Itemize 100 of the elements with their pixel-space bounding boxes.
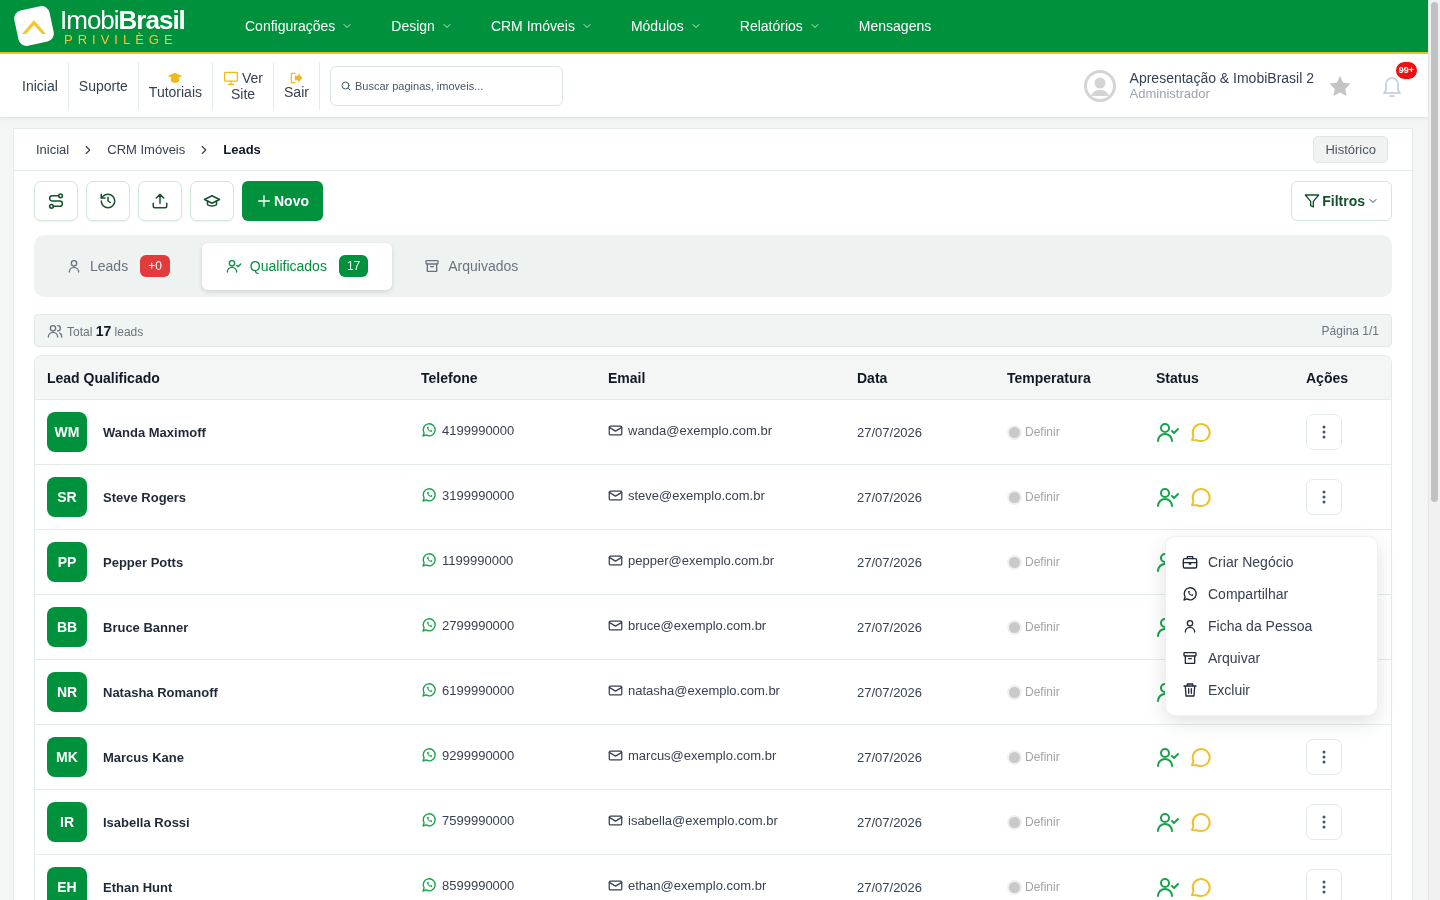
mail-icon bbox=[608, 487, 623, 503]
actions-button[interactable] bbox=[1306, 479, 1342, 515]
chat-bubble-icon bbox=[1188, 485, 1212, 509]
archive-icon bbox=[1182, 650, 1198, 666]
person-check-icon bbox=[1156, 810, 1180, 834]
date-text: 27/07/2026 bbox=[857, 489, 923, 505]
email-link[interactable]: isabella@exemplo.com.br bbox=[608, 812, 778, 828]
person-check-icon bbox=[1156, 680, 1167, 704]
menu-item[interactable]: Configurações bbox=[226, 4, 373, 48]
chat-bubble-icon bbox=[1188, 810, 1212, 834]
mail-icon bbox=[608, 877, 623, 893]
whatsapp-icon bbox=[421, 682, 437, 698]
column-header: Telefone bbox=[421, 369, 479, 386]
lead-name: Isabella Rossi bbox=[103, 814, 190, 830]
notification-badge: 99+ bbox=[1394, 60, 1418, 80]
email-link[interactable]: ethan@exemplo.com.br bbox=[608, 877, 767, 893]
chat-bubble-icon bbox=[1188, 875, 1212, 899]
menu-item[interactable]: Ficha da Pessoa bbox=[1166, 610, 1377, 642]
phone-link[interactable]: 3199990000 bbox=[421, 487, 515, 503]
whatsapp-icon bbox=[421, 812, 437, 828]
menu-item[interactable]: Design bbox=[372, 4, 472, 48]
nav-link[interactable]: Suporte bbox=[68, 61, 139, 110]
tab[interactable]: Arquivados bbox=[404, 242, 539, 290]
mail-icon bbox=[608, 747, 623, 763]
lead-name: Steve Rogers bbox=[103, 489, 187, 505]
more-icon bbox=[1322, 490, 1326, 504]
actions-button[interactable] bbox=[1306, 739, 1342, 775]
nav-link[interactable]: Sair bbox=[274, 61, 320, 110]
users-icon bbox=[47, 322, 63, 339]
menu-item[interactable]: CRM Imóveis bbox=[471, 4, 612, 48]
person-check-icon bbox=[1156, 615, 1167, 639]
tutorial-button[interactable] bbox=[190, 181, 234, 221]
scrollbar-thumb[interactable] bbox=[1431, 2, 1438, 502]
route-icon bbox=[47, 192, 65, 210]
avatar-initials: BB bbox=[47, 607, 87, 647]
avatar-initials: SR bbox=[47, 477, 87, 517]
brand-logo[interactable]: ImobiBrasil PRIVILÈGE bbox=[60, 6, 185, 46]
star-icon[interactable] bbox=[1328, 74, 1352, 97]
breadcrumb-link[interactable]: Leads bbox=[223, 142, 261, 157]
email-link[interactable]: steve@exemplo.com.br bbox=[608, 487, 765, 503]
briefcase-icon bbox=[1182, 554, 1198, 570]
user-role: Administrador bbox=[1129, 85, 1210, 102]
email-link[interactable]: wanda@exemplo.com.br bbox=[608, 422, 772, 438]
lead-name: Bruce Banner bbox=[103, 619, 189, 635]
more-icon bbox=[1322, 880, 1326, 894]
menu-item[interactable]: Relatórios bbox=[720, 4, 840, 48]
date-text: 27/07/2026 bbox=[857, 814, 923, 830]
nav-link[interactable]: Ver Site bbox=[213, 61, 275, 110]
person-icon bbox=[1182, 618, 1198, 634]
actions-button[interactable] bbox=[1306, 869, 1342, 900]
breadcrumb-link[interactable]: CRM Imóveis bbox=[107, 142, 186, 157]
filters-button[interactable]: Filtros bbox=[1291, 181, 1392, 221]
history-icon bbox=[99, 192, 117, 210]
phone-link[interactable]: 4199990000 bbox=[421, 422, 515, 438]
menu-item[interactable]: Excluir bbox=[1166, 674, 1377, 706]
email-link[interactable]: pepper@exemplo.com.br bbox=[608, 552, 775, 568]
whatsapp-icon bbox=[421, 617, 437, 633]
avatar-initials: IR bbox=[47, 802, 87, 842]
graduation-cap-icon bbox=[203, 192, 221, 210]
scrollbar[interactable] bbox=[1428, 0, 1440, 900]
whatsapp-icon bbox=[421, 487, 437, 503]
email-link[interactable]: natasha@exemplo.com.br bbox=[608, 682, 780, 698]
date-text: 27/07/2026 bbox=[857, 749, 923, 765]
email-link[interactable]: marcus@exemplo.com.br bbox=[608, 747, 777, 763]
menu-item[interactable]: Criar Negócio bbox=[1166, 546, 1377, 578]
history-button[interactable]: Histórico bbox=[1313, 136, 1388, 163]
routing-button[interactable] bbox=[34, 181, 78, 221]
page-indicator: Página 1/1 bbox=[1321, 323, 1379, 338]
menu-item[interactable]: Compartilhar bbox=[1166, 578, 1377, 610]
date-text: 27/07/2026 bbox=[857, 879, 923, 895]
phone-link[interactable]: 6199990000 bbox=[421, 682, 515, 698]
mail-icon bbox=[608, 617, 623, 633]
menu-item[interactable]: Arquivar bbox=[1166, 642, 1377, 674]
search-field[interactable]: Buscar paginas, imoveis... bbox=[329, 65, 563, 106]
email-link[interactable]: bruce@exemplo.com.br bbox=[608, 617, 767, 633]
export-button[interactable] bbox=[138, 181, 182, 221]
actions-button[interactable] bbox=[1306, 414, 1342, 450]
count-badge: 17 bbox=[338, 255, 369, 277]
phone-link[interactable]: 9299990000 bbox=[421, 747, 515, 763]
menu-item[interactable]: Módulos bbox=[611, 4, 721, 48]
tab[interactable]: Leads +0 bbox=[46, 242, 190, 290]
phone-link[interactable]: 1199990000 bbox=[421, 552, 514, 568]
person-check-icon bbox=[1156, 875, 1180, 899]
whatsapp-icon bbox=[421, 422, 437, 438]
avatar-initials: WM bbox=[47, 412, 87, 452]
menu-item[interactable]: Mensagens bbox=[839, 4, 951, 48]
history-button[interactable] bbox=[86, 181, 130, 221]
phone-link[interactable]: 7599990000 bbox=[421, 812, 515, 828]
nav-link[interactable]: Inicial bbox=[12, 61, 69, 110]
column-header: Temperatura bbox=[1007, 369, 1092, 386]
person-icon bbox=[66, 258, 82, 274]
nav-link[interactable]: Tutoriais bbox=[138, 61, 213, 110]
tab[interactable]: Qualificados 17 bbox=[201, 242, 393, 290]
breadcrumb-link[interactable]: Inicial bbox=[36, 142, 70, 157]
phone-link[interactable]: 8599990000 bbox=[421, 877, 515, 893]
phone-link[interactable]: 2799990000 bbox=[421, 617, 515, 633]
avatar-initials: EH bbox=[47, 867, 87, 900]
column-header: Status bbox=[1156, 369, 1200, 386]
new-button[interactable]: Novo bbox=[242, 181, 323, 221]
actions-button[interactable] bbox=[1306, 804, 1342, 840]
